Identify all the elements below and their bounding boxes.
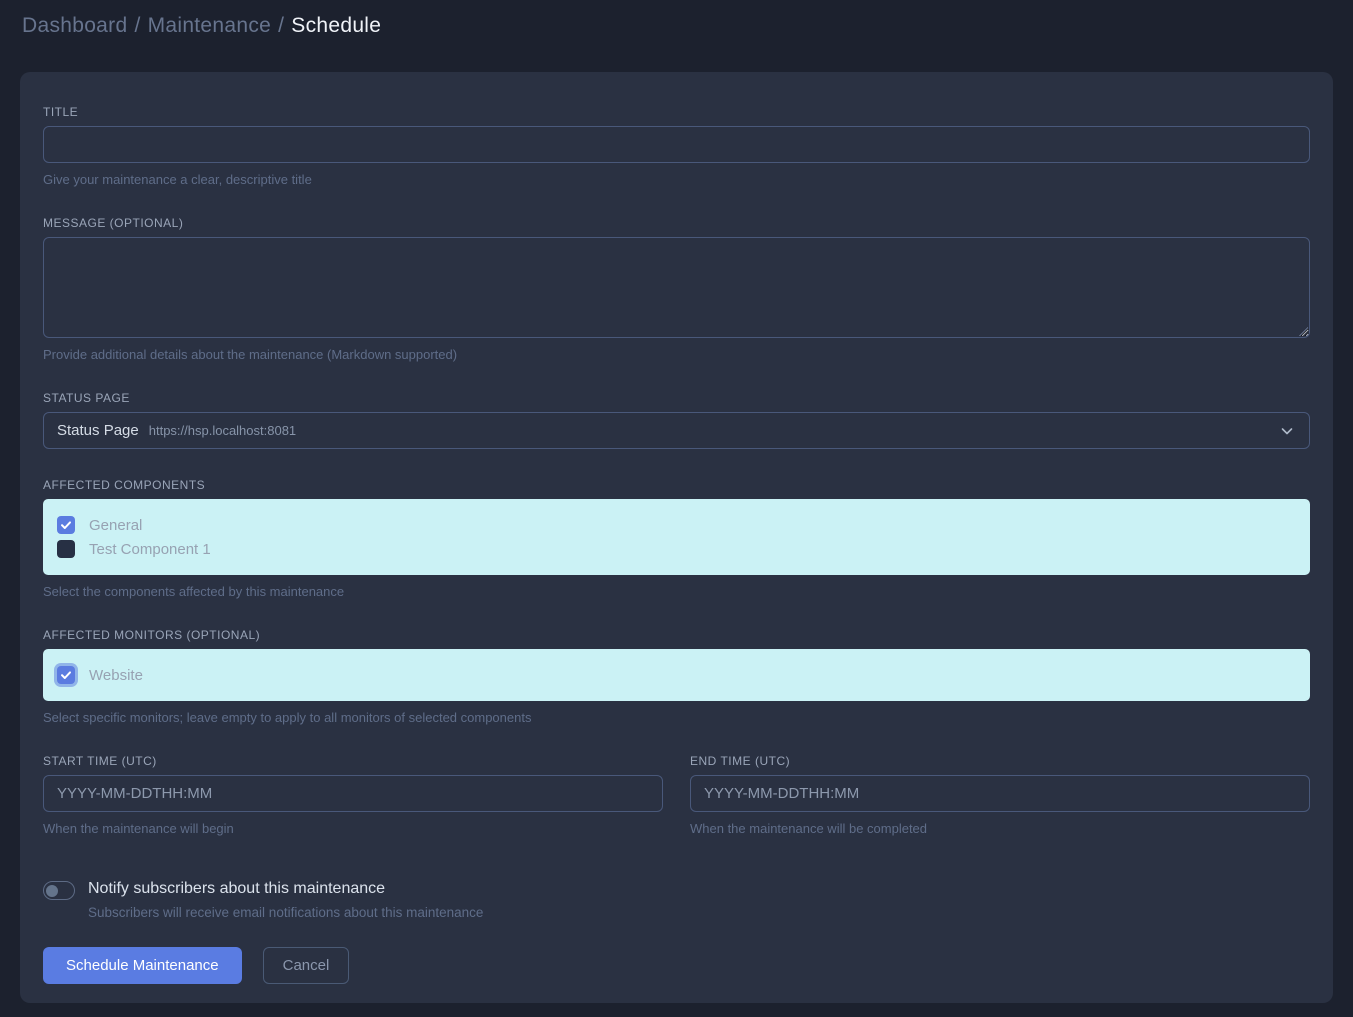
start-time-helper: When the maintenance will begin xyxy=(43,821,663,836)
affected-monitors-label: AFFECTED MONITORS (OPTIONAL) xyxy=(43,628,1310,642)
message-label: MESSAGE (OPTIONAL) xyxy=(43,216,1310,230)
end-time-label: END TIME (UTC) xyxy=(690,754,1310,768)
chevron-down-icon xyxy=(1279,423,1295,439)
affected-monitors-helper: Select specific monitors; leave empty to… xyxy=(43,710,1310,725)
message-section: MESSAGE (OPTIONAL) Provide additional de… xyxy=(43,216,1310,362)
notify-label: Notify subscribers about this maintenanc… xyxy=(88,878,483,900)
checkbox-test-component-1[interactable] xyxy=(57,540,75,558)
schedule-maintenance-form-card: TITLE Give your maintenance a clear, des… xyxy=(20,72,1333,1003)
start-time-label: START TIME (UTC) xyxy=(43,754,663,768)
monitor-option-label: Website xyxy=(89,667,143,684)
breadcrumb-separator: / xyxy=(134,14,140,37)
monitor-option-website[interactable]: Website xyxy=(57,663,1296,687)
affected-components-label: AFFECTED COMPONENTS xyxy=(43,478,1310,492)
component-option-label: Test Component 1 xyxy=(89,541,211,558)
notify-subscribers-toggle[interactable] xyxy=(43,881,75,900)
breadcrumb-separator: / xyxy=(278,14,284,37)
component-option-label: General xyxy=(89,517,142,534)
time-section: START TIME (UTC) When the maintenance wi… xyxy=(43,754,1310,836)
title-section: TITLE Give your maintenance a clear, des… xyxy=(43,105,1310,187)
checkbox-website[interactable] xyxy=(57,666,75,684)
title-input[interactable] xyxy=(43,126,1310,163)
status-page-selected-url: https://hsp.localhost:8081 xyxy=(149,423,296,438)
title-label: TITLE xyxy=(43,105,1310,119)
component-option-test-component-1[interactable]: Test Component 1 xyxy=(57,537,1296,561)
schedule-maintenance-button[interactable]: Schedule Maintenance xyxy=(43,947,242,984)
affected-monitors-panel: Website xyxy=(43,649,1310,701)
checkbox-general[interactable] xyxy=(57,516,75,534)
status-page-select[interactable]: Status Page https://hsp.localhost:8081 xyxy=(43,412,1310,449)
breadcrumb-maintenance[interactable]: Maintenance xyxy=(148,14,272,37)
message-helper: Provide additional details about the mai… xyxy=(43,347,1310,362)
status-page-label: STATUS PAGE xyxy=(43,391,1310,405)
end-time-field: END TIME (UTC) When the maintenance will… xyxy=(690,754,1310,836)
end-time-input[interactable] xyxy=(690,775,1310,812)
status-page-section: STATUS PAGE Status Page https://hsp.loca… xyxy=(43,391,1310,449)
breadcrumb: Dashboard / Maintenance / Schedule xyxy=(22,12,1331,40)
affected-components-helper: Select the components affected by this m… xyxy=(43,584,1310,599)
notify-section: Notify subscribers about this maintenanc… xyxy=(43,878,1310,920)
message-textarea[interactable] xyxy=(43,237,1310,338)
status-page-selected-name: Status Page xyxy=(57,422,139,439)
affected-components-panel: General Test Component 1 xyxy=(43,499,1310,575)
cancel-button[interactable]: Cancel xyxy=(263,947,350,984)
breadcrumb-dashboard[interactable]: Dashboard xyxy=(22,14,127,37)
checkmark-icon xyxy=(60,669,72,681)
end-time-helper: When the maintenance will be completed xyxy=(690,821,1310,836)
top-header: Dashboard / Maintenance / Schedule xyxy=(0,0,1353,72)
start-time-input[interactable] xyxy=(43,775,663,812)
notify-text-block: Notify subscribers about this maintenanc… xyxy=(88,878,483,920)
notify-helper: Subscribers will receive email notificat… xyxy=(88,905,483,920)
start-time-field: START TIME (UTC) When the maintenance wi… xyxy=(43,754,663,836)
breadcrumb-current-schedule: Schedule xyxy=(291,14,381,37)
affected-components-section: AFFECTED COMPONENTS General Test Compone… xyxy=(43,478,1310,599)
checkmark-icon xyxy=(60,519,72,531)
title-helper: Give your maintenance a clear, descripti… xyxy=(43,172,1310,187)
component-option-general[interactable]: General xyxy=(57,513,1296,537)
affected-monitors-section: AFFECTED MONITORS (OPTIONAL) Website Sel… xyxy=(43,628,1310,725)
toggle-knob xyxy=(46,885,58,897)
form-actions: Schedule Maintenance Cancel xyxy=(43,947,1310,984)
